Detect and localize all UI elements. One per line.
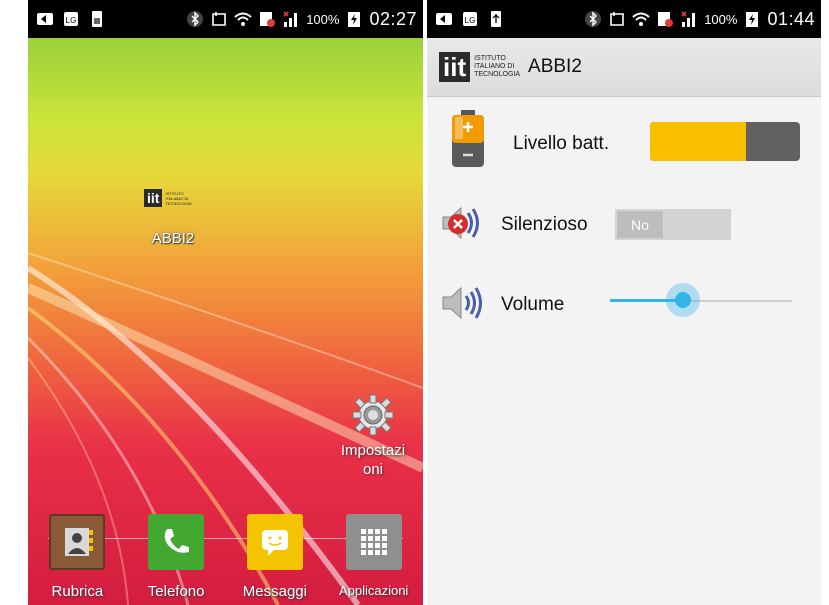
settings-shortcut[interactable]: Impostazi oni <box>328 393 418 479</box>
logo-line: ITALIANO DI <box>474 63 515 70</box>
no-sim-icon <box>260 12 276 27</box>
wifi-icon <box>632 12 650 26</box>
battery-percent: 100% <box>306 11 340 27</box>
action-bar: iit ISTITUTO ITALIANO DI TECNOLOGIA ABBI… <box>427 38 821 97</box>
lg-icon: LG <box>64 12 78 26</box>
back-arrow-icon <box>37 13 53 25</box>
back-arrow-icon <box>436 13 452 25</box>
dock-item-messaggi[interactable]: Messaggi <box>226 510 325 605</box>
battery-level-label: Livello batt. <box>513 133 610 154</box>
gear-icon <box>352 394 394 436</box>
abbi2-app-shortcut[interactable]: iit ISTITUTO ITALIANO DI TECNOLOGIA ABBI2 <box>128 188 218 247</box>
speaker-muted-icon <box>442 206 479 240</box>
iit-logo-mark: iit <box>439 52 471 82</box>
nfc-icon <box>212 12 227 26</box>
dock-label: Applicazioni <box>338 583 409 598</box>
screenshot-frame: LG 100% 02:27 iit ISTITUTO ITALIANO DI T… <box>0 0 829 605</box>
volume-slider-thumb[interactable] <box>665 283 700 317</box>
messages-icon <box>246 514 303 570</box>
lg-icon: LG <box>463 12 477 26</box>
iit-logo-icon: iit ISTITUTO ITALIANO DI TECNOLOGIA <box>144 188 202 208</box>
battery-charging-icon <box>348 12 361 27</box>
dock-label: Rubrica <box>51 583 104 600</box>
silent-label: Silenzioso <box>501 214 588 235</box>
volume-slider[interactable] <box>610 283 792 317</box>
clock: 02:27 <box>369 8 417 29</box>
dock: Rubrica Telefono Messaggi Applicazioni <box>28 510 423 605</box>
left-phone-screen: LG 100% 02:27 iit ISTITUTO ITALIANO DI T… <box>28 0 423 605</box>
dock-label: Messaggi <box>242 583 307 600</box>
settings-content: Livello batt. Silenzioso No Volume <box>427 97 821 605</box>
app-title: ABBI2 <box>528 56 582 77</box>
no-sim-icon <box>658 12 674 27</box>
status-bar: LG 100% 01:44 <box>427 0 821 38</box>
battery-icon <box>452 110 484 167</box>
storage-icon <box>92 11 102 27</box>
nfc-icon <box>610 12 625 26</box>
wifi-icon <box>234 12 252 26</box>
silent-toggle[interactable]: No <box>615 209 731 240</box>
right-phone-screen: LG 100% 01:44 iit ISTITUTO ITALIANO DI T… <box>427 0 821 605</box>
speaker-volume-icon <box>442 286 482 320</box>
svg-text:LG: LG <box>66 16 77 25</box>
battery-charging-icon <box>746 12 759 27</box>
contacts-icon <box>49 514 106 570</box>
iit-logo-text: ISTITUTO ITALIANO DI TECNOLOGIA <box>474 55 520 79</box>
signal-icon <box>681 11 696 27</box>
phone-icon <box>148 514 205 570</box>
signal-icon <box>283 11 298 27</box>
dock-label: Telefono <box>147 583 205 600</box>
status-bar: LG 100% 02:27 <box>28 0 423 38</box>
settings-label-line2: oni <box>362 461 384 478</box>
clock: 01:44 <box>767 8 815 29</box>
apps-grid-icon <box>345 514 402 570</box>
svg-text:LG: LG <box>465 16 476 25</box>
bluetooth-icon <box>187 11 204 27</box>
dock-item-rubrica[interactable]: Rubrica <box>28 510 127 605</box>
iit-logo: iit ISTITUTO ITALIANO DI TECNOLOGIA <box>439 52 520 82</box>
logo-line: TECNOLOGIA <box>474 71 521 78</box>
battery-level-fill <box>650 122 746 161</box>
logo-line: ISTITUTO <box>474 55 506 62</box>
volume-label: Volume <box>501 294 565 315</box>
toggle-state: No <box>617 211 663 238</box>
dock-item-telefono[interactable]: Telefono <box>127 510 226 605</box>
app-label: ABBI2 <box>151 230 195 247</box>
bluetooth-icon <box>585 11 602 27</box>
battery-level-bar <box>650 122 800 161</box>
dock-item-applicazioni[interactable]: Applicazioni <box>324 510 423 605</box>
settings-label-line1: Impostazi <box>340 442 406 459</box>
battery-percent: 100% <box>704 11 738 27</box>
usb-icon <box>491 11 501 27</box>
